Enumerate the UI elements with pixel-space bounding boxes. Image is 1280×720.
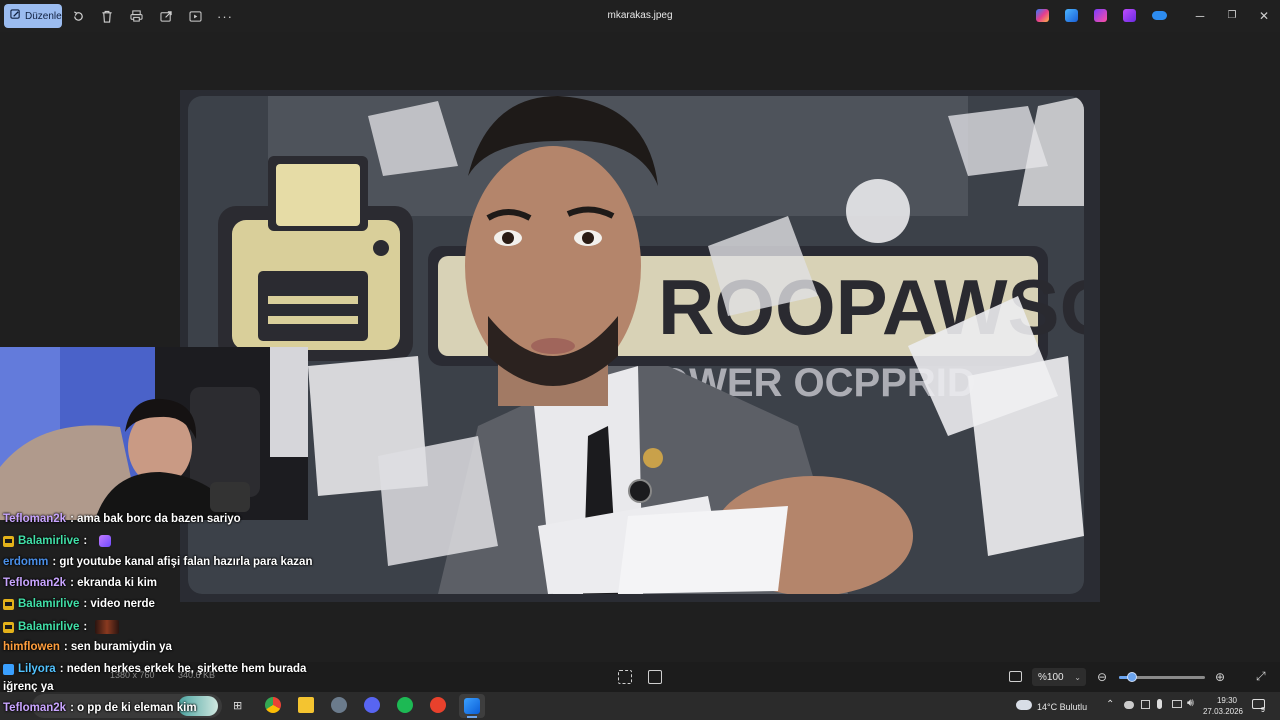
- delete-icon[interactable]: [96, 6, 118, 26]
- active-indicator: [467, 716, 477, 718]
- cloud-weather-icon: [1016, 700, 1032, 710]
- discord-icon[interactable]: [364, 697, 380, 713]
- close-icon[interactable]: ✕: [1256, 8, 1272, 24]
- edit-button-label: Düzenle: [25, 10, 62, 22]
- chat-message: :: [83, 621, 88, 633]
- notification-count: 9: [1261, 707, 1265, 714]
- device-icon[interactable]: [1141, 700, 1150, 709]
- clipchamp-icon[interactable]: [1123, 9, 1136, 22]
- chat-username: erdomm: [3, 556, 49, 568]
- chat-username: Tefloman2k: [3, 702, 67, 714]
- webcam-scene: [0, 347, 308, 520]
- vip-badge-icon: [3, 535, 14, 547]
- clock-time[interactable]: 19:30: [1212, 696, 1242, 705]
- image-viewer-canvas[interactable]: ROOPAWSO OWER OCPPRID: [180, 90, 1100, 602]
- network-icon[interactable]: [1172, 700, 1182, 708]
- paint-icon[interactable]: [1094, 9, 1107, 22]
- chat-username: Balamirlive: [18, 598, 80, 610]
- onedrive-icon[interactable]: [1152, 11, 1167, 20]
- chat-line: Lilyora : neden herkes erkek he, şirkett…: [3, 663, 306, 675]
- chat-line: Tefloman2k : ama bak borc da bazen sariy…: [3, 513, 241, 525]
- crop-icon[interactable]: [618, 670, 632, 684]
- volume-icon[interactable]: 🔊︎: [1187, 697, 1194, 710]
- weather-text[interactable]: 14°C Bulutlu: [1037, 702, 1087, 712]
- cloud-sync-icon[interactable]: [1124, 701, 1134, 709]
- zoom-out-icon[interactable]: ⊖: [1097, 670, 1107, 684]
- more-options-icon[interactable]: ···: [214, 6, 236, 26]
- file-explorer-icon[interactable]: [298, 697, 314, 713]
- clock-date[interactable]: 27.03.2026: [1200, 707, 1246, 716]
- chat-username: Balamirlive: [18, 621, 80, 633]
- edit-icon: [10, 9, 21, 23]
- zoom-in-icon[interactable]: ⊕: [1215, 670, 1225, 684]
- task-view-icon[interactable]: ⊞: [233, 699, 242, 712]
- chat-message: : o pp de ki eleman kim: [70, 702, 197, 714]
- visual-search-icon[interactable]: [648, 670, 662, 684]
- chat-line: himflowen : sen buramiydin ya: [3, 641, 172, 653]
- chevron-down-icon: ⌄: [1074, 672, 1081, 682]
- chat-line: Tefloman2k : ekranda ki kim: [3, 577, 157, 589]
- chat-message: : sen buramiydin ya: [63, 641, 172, 653]
- chat-line: erdomm : gıt youtube kanal afişi falan h…: [3, 556, 312, 568]
- photo-scene: ROOPAWSO OWER OCPPRID: [188, 96, 1084, 594]
- designer-icon[interactable]: [1065, 9, 1078, 22]
- photos-icon: [464, 698, 480, 714]
- chat-username: Balamirlive: [18, 535, 80, 547]
- file-size: 340.6 KB: [178, 670, 216, 680]
- chat-line: Balamirlive :: [3, 535, 112, 547]
- chat-username: himflowen: [3, 641, 60, 653]
- zoom-select[interactable]: %100 ⌄: [1032, 668, 1086, 686]
- photo: ROOPAWSO OWER OCPPRID: [188, 96, 1084, 594]
- chat-username: Tefloman2k: [3, 577, 67, 589]
- obs-icon[interactable]: [430, 697, 446, 713]
- photos-taskbar-button[interactable]: [459, 694, 485, 718]
- fullscreen-icon[interactable]: ⤢: [1256, 669, 1266, 684]
- chat-message: : gıt youtube kanal afişi falan hazırla …: [52, 556, 313, 568]
- zoom-value: %100: [1038, 671, 1064, 683]
- slideshow-icon[interactable]: [184, 6, 206, 26]
- chat-message: : video nerde: [83, 598, 155, 610]
- fit-to-window-icon[interactable]: [1009, 671, 1022, 682]
- chat-badge-icon: [3, 663, 14, 675]
- emote-icon: [99, 535, 112, 547]
- vip-badge-icon: [3, 598, 14, 610]
- edit-button[interactable]: Düzenle: [4, 4, 62, 28]
- chat-line: Balamirlive : video nerde: [3, 598, 155, 610]
- share-icon[interactable]: [155, 6, 177, 26]
- emote-icon: [95, 620, 120, 634]
- minimize-icon[interactable]: ─: [1192, 8, 1208, 24]
- image-dimensions: 1380 x 760: [110, 670, 155, 680]
- chrome-icon[interactable]: [265, 697, 281, 713]
- chat-line: Tefloman2k : o pp de ki eleman kim: [3, 702, 197, 714]
- chevron-up-icon[interactable]: ⌃: [1106, 699, 1114, 710]
- chat-username: Lilyora: [18, 663, 56, 675]
- window-title: mkarakas.jpeg: [607, 10, 673, 21]
- rotate-icon[interactable]: [67, 6, 89, 26]
- chat-message: : ama bak borc da bazen sariyo: [70, 513, 241, 525]
- chat-message: : ekranda ki kim: [70, 577, 157, 589]
- spotify-icon[interactable]: [397, 697, 413, 713]
- copilot-icon[interactable]: [1036, 9, 1049, 22]
- maximize-icon[interactable]: ❐: [1224, 8, 1240, 24]
- zoom-slider-thumb[interactable]: [1126, 672, 1137, 682]
- print-icon[interactable]: [125, 6, 147, 26]
- microphone-icon[interactable]: [1157, 699, 1162, 709]
- chat-message: :: [83, 535, 88, 547]
- steam-icon[interactable]: [331, 697, 347, 713]
- chat-username: Tefloman2k: [3, 513, 67, 525]
- vip-badge-icon: [3, 621, 14, 633]
- chat-line: Balamirlive :: [3, 620, 120, 634]
- webcam-overlay: [0, 347, 308, 520]
